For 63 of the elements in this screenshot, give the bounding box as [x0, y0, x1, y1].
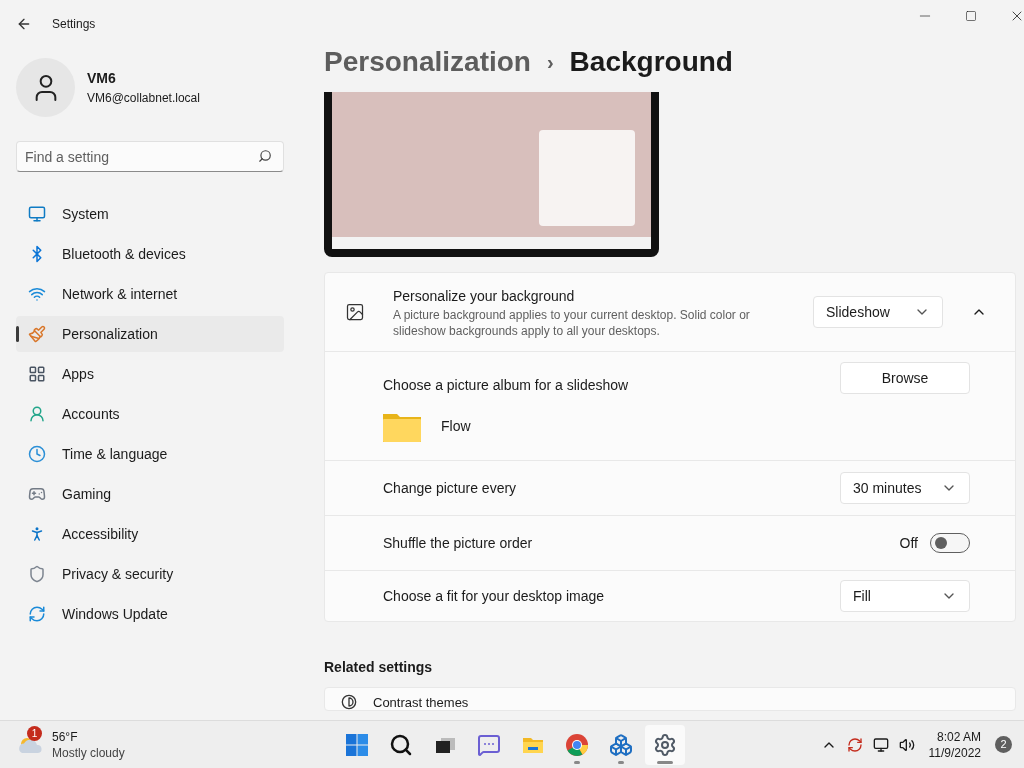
clock[interactable]: 8:02 AM 11/9/2022: [924, 728, 985, 761]
taskbar-app[interactable]: [645, 725, 685, 765]
clock-icon: [28, 445, 46, 463]
breadcrumb-parent[interactable]: Personalization: [324, 41, 531, 83]
weather-condition: Mostly cloudy: [52, 744, 125, 761]
setting-label: Shuffle the picture order: [383, 533, 534, 553]
notification-count[interactable]: 2: [995, 736, 1012, 753]
search-field[interactable]: Find a setting: [16, 141, 284, 172]
sync-icon[interactable]: [846, 736, 863, 753]
search-icon: [389, 733, 413, 757]
section-heading: Related settings: [324, 658, 434, 677]
toggle-state: Off: [899, 533, 918, 553]
cubes-icon: [609, 733, 633, 757]
paintbrush-icon: [28, 325, 46, 343]
dropdown[interactable]: 30 minutes: [840, 472, 970, 504]
toggle-switch[interactable]: [930, 533, 970, 553]
setting-title: Personalize your background: [393, 286, 576, 306]
nav-item[interactable]: Bluetooth & devices: [16, 236, 284, 272]
gear-icon: [653, 733, 677, 757]
network-icon[interactable]: [872, 736, 889, 753]
monitor-icon: [28, 205, 46, 223]
notification-badge: 1: [27, 725, 42, 741]
breadcrumb-separator: ›: [546, 50, 554, 75]
nav-item[interactable]: System: [16, 196, 284, 232]
weather-widget[interactable]: 1 56°F Mostly cloudy: [0, 728, 300, 761]
windows-logo-icon: [345, 733, 369, 757]
album-name: Flow: [441, 417, 471, 436]
volume-icon[interactable]: [898, 736, 915, 753]
nav-item[interactable]: Personalization: [16, 316, 284, 352]
apps-icon: [28, 365, 46, 383]
dropdown[interactable]: Slideshow: [813, 296, 943, 328]
nav-item[interactable]: Network & internet: [16, 276, 284, 312]
settings-link[interactable]: Contrast themes: [325, 688, 1015, 710]
chat-icon: [477, 733, 501, 757]
contrast-icon: [341, 694, 357, 710]
gamepad-icon: [28, 485, 46, 503]
nav-item[interactable]: Privacy & security: [16, 556, 284, 592]
page-title: Background: [569, 45, 733, 79]
temperature: 56°F: [52, 728, 79, 745]
setting-description: A picture background applies to your current desktop. Solid color or slideshow backgrounds apply to all your desktops.: [393, 306, 751, 339]
user-name: VM6: [87, 69, 117, 88]
nav-item[interactable]: Accessibility: [16, 516, 284, 552]
folder-icon: [383, 411, 421, 442]
browse-button[interactable]: Browse: [840, 362, 970, 394]
nav-item[interactable]: Windows Update: [16, 596, 284, 632]
nav-item[interactable]: Apps: [16, 356, 284, 392]
setting-label: Choose a fit for your desktop image: [383, 586, 605, 606]
dropdown[interactable]: Fill: [840, 580, 970, 612]
setting-label: Change picture every: [383, 478, 518, 498]
wifi-icon: [28, 285, 46, 303]
shield-icon: [28, 565, 46, 583]
window-title: Settings: [52, 16, 96, 33]
nav-item[interactable]: Time & language: [16, 436, 284, 472]
restore-icon[interactable]: [965, 10, 977, 22]
picture-icon: [345, 302, 365, 322]
refresh-icon: [28, 605, 46, 623]
nav-item[interactable]: Gaming: [16, 476, 284, 512]
search-icon: [258, 149, 272, 163]
user-email: VM6@collabnet.local: [87, 90, 200, 107]
nav-item[interactable]: Accounts: [16, 396, 284, 432]
person-icon: [28, 405, 46, 423]
browser-icon: [565, 733, 589, 757]
setting-label: Choose a picture album for a slideshow: [383, 375, 630, 395]
